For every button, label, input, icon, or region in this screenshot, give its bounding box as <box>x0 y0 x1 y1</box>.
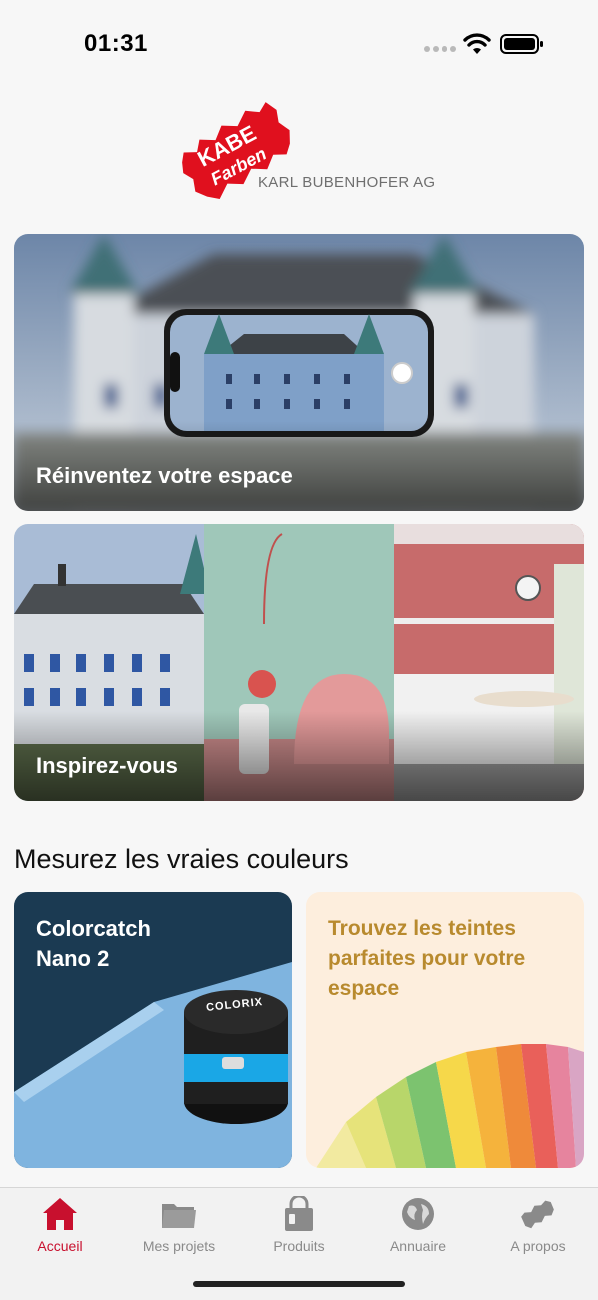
inspire-label: Inspirez-vous <box>36 753 178 778</box>
tab-accueil[interactable]: Accueil <box>0 1196 120 1266</box>
nano-title: Colorcatch Nano 2 <box>36 916 151 971</box>
tab-a-propos[interactable]: A propos <box>478 1196 598 1266</box>
status-time: 01:31 <box>84 30 148 57</box>
company-name: KARL BUBENHOFER AG <box>258 174 436 191</box>
kabe-logo-icon <box>521 1200 554 1229</box>
inspire-card[interactable]: Inspirez-vous <box>14 524 584 801</box>
cellular-signal-icon <box>424 46 456 54</box>
kabe-farben-logo: KABE Farben <box>182 102 290 200</box>
colorcatch-nano-card[interactable]: COLORIX Colorcatch Nano 2 <box>14 892 292 1168</box>
status-bar: 01:31 <box>0 0 598 90</box>
find-shades-title: Trouvez les teintes parfaites pour votre… <box>328 917 526 1000</box>
wifi-icon <box>463 33 491 54</box>
folder-icon <box>162 1204 196 1228</box>
tab-annuaire[interactable]: Annuaire <box>358 1196 478 1266</box>
home-indicator[interactable] <box>193 1281 405 1287</box>
app-screen: 01:31 KABE Farben KARL BUBENHOFER AG Réi… <box>0 0 598 1300</box>
measure-colors-heading: Mesurez les vraies couleurs <box>14 844 349 874</box>
battery-icon <box>500 34 543 54</box>
globe-icon <box>402 1198 434 1230</box>
home-icon <box>43 1198 77 1230</box>
paint-bucket-icon <box>285 1196 313 1231</box>
tab-mes-projets[interactable]: Mes projets <box>119 1196 239 1266</box>
tab-produits[interactable]: Produits <box>239 1196 359 1266</box>
find-shades-card[interactable]: Trouvez les teintes parfaites pour votre… <box>306 892 584 1168</box>
reinvent-space-card[interactable]: Réinventez votre espace <box>14 234 584 511</box>
reinvent-space-label: Réinventez votre espace <box>36 463 293 488</box>
